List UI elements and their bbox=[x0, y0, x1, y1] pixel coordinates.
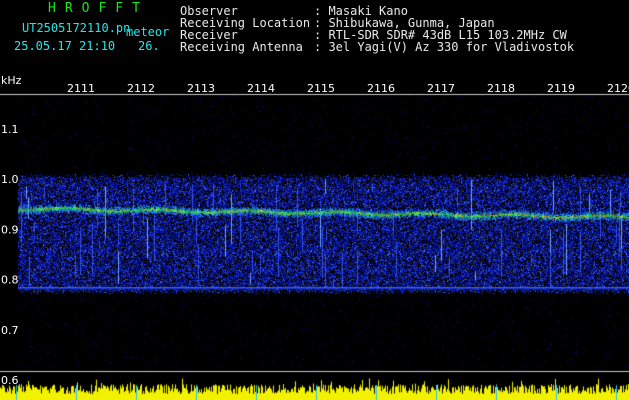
x-tick-label: 2114 bbox=[247, 82, 275, 95]
y-tick-label: 0.6 bbox=[1, 374, 19, 387]
x-tick-label: 2115 bbox=[307, 82, 335, 95]
x-tick-label: 2116 bbox=[367, 82, 395, 95]
y-tick-label: 0.9 bbox=[1, 223, 19, 236]
brand-title: HROFFT bbox=[48, 1, 149, 16]
y-tick-label: 1.1 bbox=[1, 123, 19, 136]
y-tick-label: 0.8 bbox=[1, 274, 19, 287]
unit-label: kHz bbox=[1, 74, 22, 87]
spectrogram-overlay: kHz 1.1 1.0 0.9 0.8 0.7 0.6 2111 2112 2113 2114 21… bbox=[1, 74, 629, 387]
file-name: UT2505172110.pn bbox=[22, 21, 131, 35]
antenna-label: Receiving Antenna bbox=[180, 40, 303, 54]
x-tick-label: 2119 bbox=[547, 82, 575, 95]
x-tick-label: 2112 bbox=[127, 82, 155, 95]
x-tick-label: 2118 bbox=[487, 82, 515, 95]
header-panel: HROFFT UT2505172110.pn meteor 25.05.17 2… bbox=[0, 0, 629, 66]
y-tick-label: 1.0 bbox=[1, 173, 19, 186]
y-tick-label: 0.7 bbox=[1, 324, 19, 337]
date-time: 25.05.17 21:10 bbox=[14, 39, 116, 53]
x-tick-label: 2111 bbox=[67, 82, 95, 95]
x-tick-label: 2117 bbox=[427, 82, 455, 95]
spectrogram-panel: kHz 1.1 1.0 0.9 0.8 0.7 0.6 2111 2112 2113 2114 21… bbox=[0, 66, 629, 400]
antenna-value: : 3el Yagi(V) Az 330 for Vladivostok bbox=[314, 40, 575, 54]
mode-label: meteor bbox=[126, 25, 170, 39]
x-tick-label: 2113 bbox=[187, 82, 215, 95]
count-value: 26. bbox=[138, 39, 160, 53]
x-tick-label: 2120 bbox=[607, 82, 629, 95]
